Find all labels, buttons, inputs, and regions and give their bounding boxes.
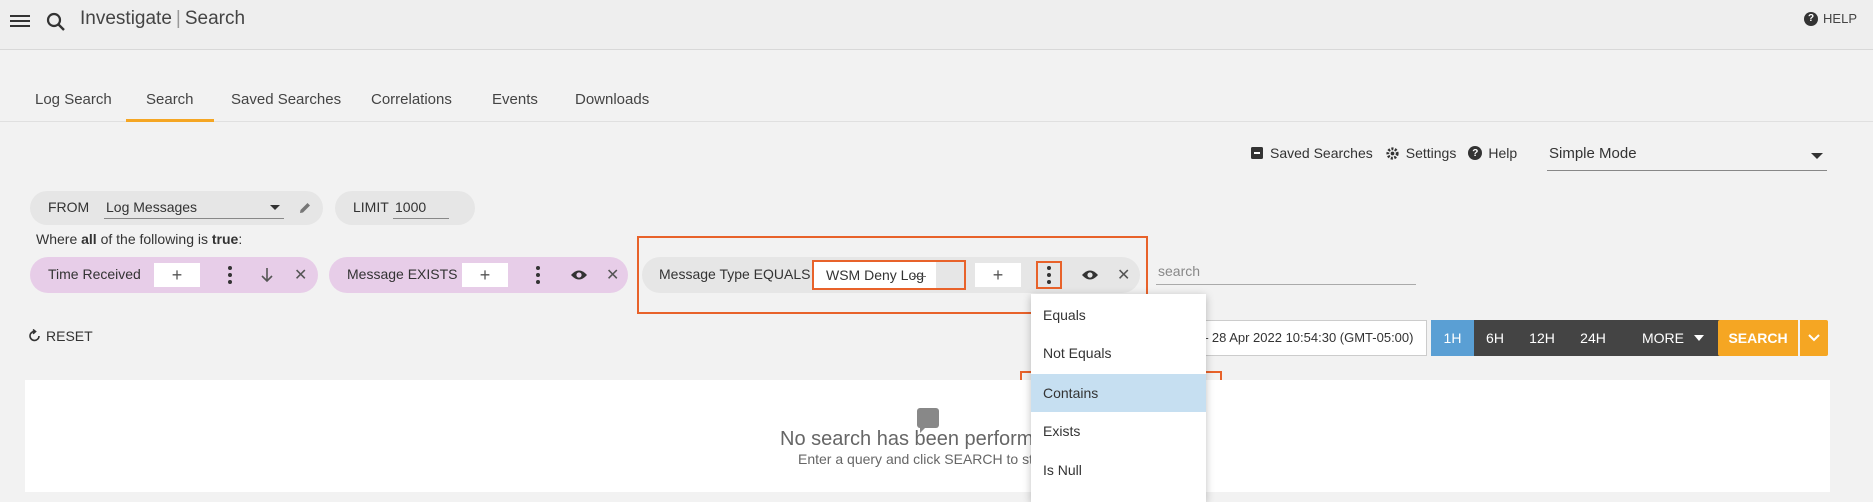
from-value: Log Messages — [106, 199, 198, 215]
operator-option-equals[interactable]: Equals — [1031, 296, 1206, 334]
refresh-icon — [29, 329, 40, 342]
condition-label: Time Received — [48, 266, 141, 282]
empty-results-title: No search has been performe — [780, 428, 1040, 450]
from-select[interactable]: Log Messages — [104, 199, 284, 219]
pencil-icon[interactable] — [298, 201, 312, 215]
archive-icon — [1251, 147, 1263, 159]
condition-label: Message EXISTS — [347, 266, 458, 282]
highlight-options-box — [1036, 261, 1062, 289]
range-more-button[interactable]: MORE — [1618, 320, 1728, 356]
range-more-label: MORE — [1642, 330, 1684, 346]
tab-search[interactable]: Search — [126, 70, 214, 122]
saved-searches-button[interactable]: Saved Searches — [1250, 145, 1373, 161]
saved-searches-label: Saved Searches — [1270, 145, 1373, 161]
limit-pill: LIMIT 1000 — [335, 191, 475, 225]
limit-label: LIMIT — [353, 199, 389, 215]
help-label: Help — [1488, 145, 1518, 161]
where-suffix: : — [238, 231, 243, 247]
remove-condition-icon[interactable]: ✕ — [294, 265, 307, 285]
tab-downloads[interactable]: Downloads — [555, 70, 669, 122]
mode-value: Simple Mode — [1549, 145, 1637, 162]
help-link-top[interactable]: ? HELP — [1804, 11, 1857, 26]
tab-bar: Log Search Search Saved Searches Correla… — [0, 70, 1873, 122]
from-label: FROM — [48, 199, 90, 215]
gear-icon — [1386, 146, 1399, 160]
eye-icon[interactable] — [570, 268, 588, 282]
range-12h-button[interactable]: 12H — [1516, 320, 1568, 356]
date-range-field[interactable]: – 28 Apr 2022 10:54:30 (GMT-05:00) — [1180, 320, 1427, 356]
range-24h-button[interactable]: 24H — [1568, 320, 1618, 356]
time-range-buttons: 1H 6H 12H 24H MORE — [1431, 320, 1728, 356]
search-button[interactable]: SEARCH — [1718, 320, 1798, 356]
page-name: Search — [184, 8, 246, 29]
where-mid: of the following is — [96, 231, 212, 247]
search-options-button[interactable] — [1800, 320, 1828, 356]
operator-dropdown: Equals Not Equals Contains Exists Is Nul… — [1031, 294, 1206, 502]
search-icon[interactable] — [44, 10, 68, 34]
remove-condition-icon[interactable]: ✕ — [606, 265, 619, 285]
comment-icon — [917, 408, 939, 433]
reset-button[interactable]: RESET — [28, 328, 93, 344]
app-title: Investigate | Search — [80, 8, 246, 29]
more-options-icon[interactable] — [228, 266, 232, 284]
top-bar: Investigate | Search ? HELP — [0, 0, 1873, 50]
hamburger-menu-icon[interactable] — [10, 12, 30, 30]
condition-message-exists: Message EXISTS + ✕ — [329, 257, 628, 293]
more-options-icon[interactable] — [536, 266, 540, 284]
operator-option-contains[interactable]: Contains — [1031, 374, 1206, 412]
range-6h-button[interactable]: 6H — [1474, 320, 1516, 356]
empty-results-subtitle: Enter a query and click SEARCH to st — [798, 451, 1033, 467]
add-value-button[interactable]: + — [462, 263, 508, 287]
caret-down-icon — [1694, 335, 1704, 341]
condition-search-input[interactable]: search — [1156, 263, 1416, 285]
app-name: Investigate — [80, 8, 172, 29]
limit-input[interactable]: 1000 — [393, 199, 449, 219]
tab-saved-searches[interactable]: Saved Searches — [211, 70, 361, 122]
help-icon: ? — [1468, 146, 1483, 160]
from-pill: FROM Log Messages — [30, 191, 323, 225]
caret-down-icon — [1811, 153, 1823, 159]
where-prefix: Where — [36, 231, 82, 247]
tab-correlations[interactable]: Correlations — [351, 70, 472, 122]
where-true: true — [211, 231, 239, 247]
help-top-label: HELP — [1823, 11, 1857, 26]
operator-option-is-null[interactable]: Is Null — [1031, 451, 1206, 489]
highlight-value-box — [812, 260, 966, 290]
help-button[interactable]: ? Help — [1468, 145, 1517, 161]
settings-label: Settings — [1405, 145, 1457, 161]
chevron-down-icon — [1808, 334, 1820, 342]
where-clause-text: Where all of the following is true: — [36, 231, 242, 247]
where-all: all — [81, 231, 97, 247]
arrow-down-icon[interactable] — [260, 267, 274, 283]
condition-time-received: Time Received + ✕ — [30, 257, 318, 293]
mode-select[interactable]: Simple Mode — [1547, 145, 1827, 171]
range-1h-button[interactable]: 1H — [1431, 320, 1474, 356]
search-toolbar: Saved Searches Settings ? Help — [1250, 145, 1529, 161]
caret-down-icon — [270, 205, 280, 210]
operator-option-not-equals[interactable]: Not Equals — [1031, 334, 1206, 372]
reset-label: RESET — [46, 328, 93, 344]
settings-button[interactable]: Settings — [1385, 145, 1457, 161]
add-value-button[interactable]: + — [154, 263, 200, 287]
operator-option-exists[interactable]: Exists — [1031, 412, 1206, 450]
tab-events[interactable]: Events — [472, 70, 558, 122]
tab-log-search[interactable]: Log Search — [15, 70, 132, 122]
help-icon: ? — [1804, 11, 1819, 26]
